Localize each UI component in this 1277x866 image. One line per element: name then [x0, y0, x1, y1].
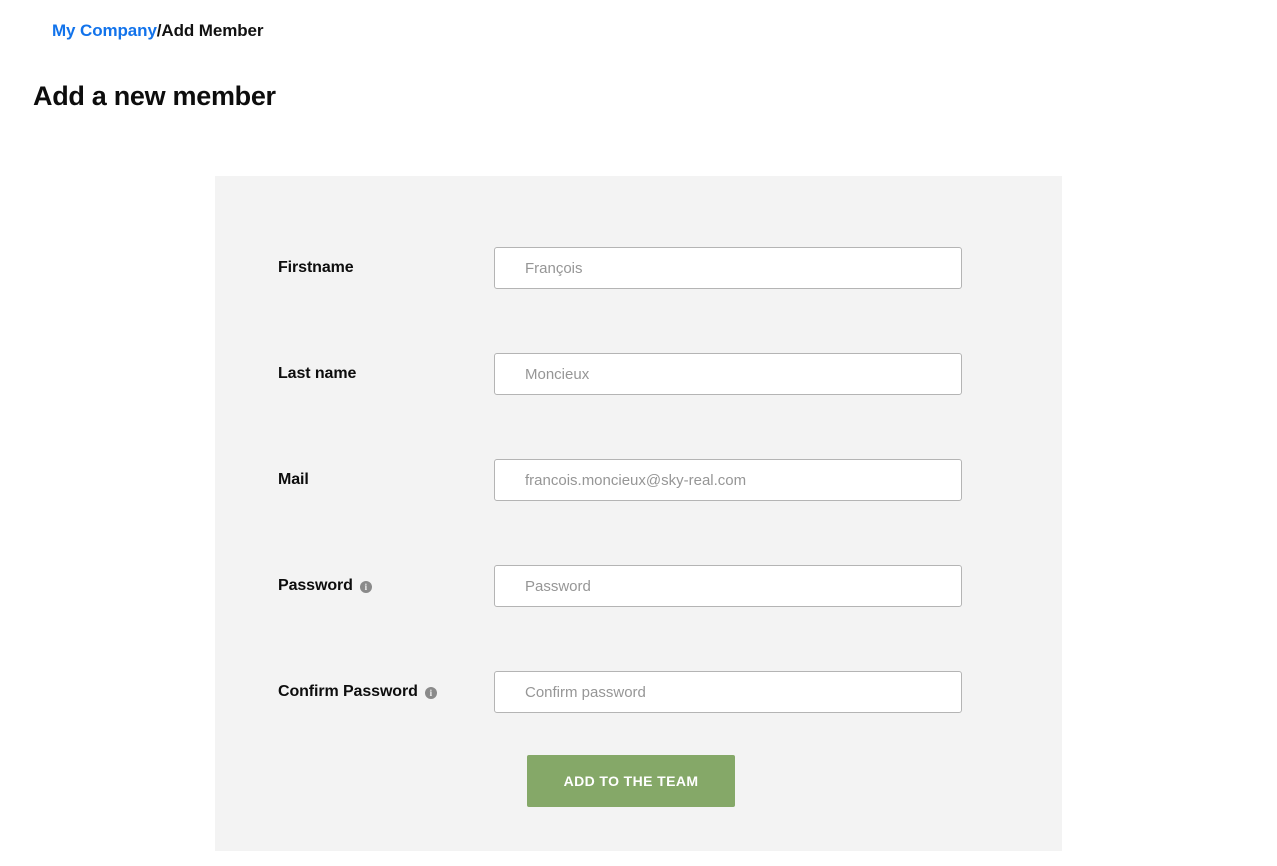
label-mail: Mail	[278, 459, 309, 501]
label-confirm-password-text: Confirm Password	[278, 683, 418, 700]
label-confirm-password: Confirm Password i	[278, 671, 437, 713]
password-input[interactable]	[494, 565, 962, 607]
firstname-input[interactable]	[494, 247, 962, 289]
mail-input[interactable]	[494, 459, 962, 501]
form-row-confirm-password: Confirm Password i	[215, 671, 1062, 713]
form-row-firstname: Firstname	[215, 247, 1062, 289]
add-member-page: My Company/Add Member Add a new member F…	[0, 0, 1277, 866]
breadcrumb-link-my-company[interactable]: My Company	[52, 21, 157, 40]
breadcrumb-current-add-member: Add Member	[161, 21, 264, 40]
form-row-password: Password i	[215, 565, 1062, 607]
label-firstname-text: Firstname	[278, 259, 354, 276]
confirm-password-input[interactable]	[494, 671, 962, 713]
label-firstname: Firstname	[278, 247, 354, 289]
form-row-lastname: Last name	[215, 353, 1062, 395]
add-member-form-card: Firstname Last name Mail Password i	[215, 176, 1062, 851]
form-row-mail: Mail	[215, 459, 1062, 501]
breadcrumb: My Company/Add Member	[52, 21, 263, 41]
label-lastname-text: Last name	[278, 365, 357, 382]
add-to-the-team-button[interactable]: ADD TO THE TEAM	[527, 755, 735, 807]
label-password: Password i	[278, 565, 372, 607]
info-icon[interactable]: i	[359, 581, 372, 593]
info-icon[interactable]: i	[424, 687, 437, 699]
label-lastname: Last name	[278, 353, 356, 395]
page-title: Add a new member	[33, 81, 276, 111]
label-mail-text: Mail	[278, 471, 309, 488]
label-password-text: Password	[278, 577, 353, 594]
lastname-input[interactable]	[494, 353, 962, 395]
